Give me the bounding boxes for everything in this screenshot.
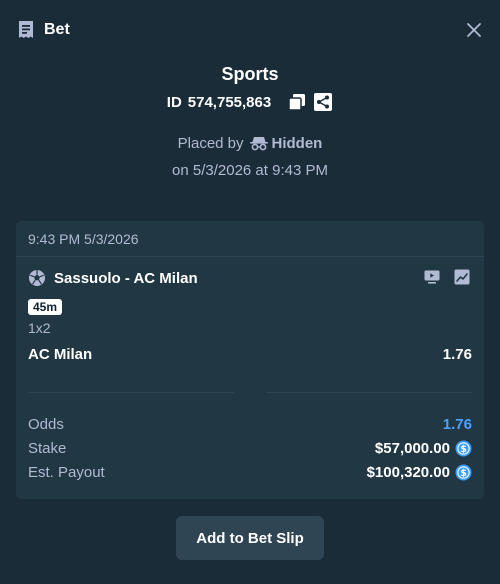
stake-label: Stake [28,439,67,457]
usdc-coin-icon: $ [455,439,472,457]
odds-label: Odds [28,415,64,433]
bet-id-label: ID [166,93,182,111]
bet-details-card: 9:43 PM 5/3/2026 Sassuolo - AC Milan 45m… [16,221,484,499]
usdc-coin-icon: $ [455,463,472,481]
outcome-row: AC Milan 1.76 [28,343,472,365]
divider [28,392,234,393]
stats-chart-icon[interactable] [454,269,472,287]
bet-id-value: 574,755,863 [187,93,272,111]
share-icon[interactable] [313,92,333,112]
placed-date: on 5/3/2026 at 9:43 PM [172,162,328,179]
match-actions [424,269,472,287]
outcome-odds: 1.76 [442,345,472,363]
payout-label: Est. Payout [28,463,105,481]
close-icon [467,23,481,37]
outcome-name: AC Milan [28,345,93,363]
divider [266,392,472,393]
placed-by-user: Hidden [271,134,323,152]
incognito-icon [249,137,268,151]
stake-row: Stake $57,000.00 $ [28,437,472,459]
odds-row: Odds 1.76 [28,413,472,435]
svg-text:$: $ [460,443,467,454]
payout-value-wrap: $100,320.00 $ [367,464,472,481]
payout-row: Est. Payout $100,320.00 $ [28,461,472,483]
odds-value: 1.76 [442,415,472,433]
stake-value: $57,000.00 [374,439,450,457]
bet-summary: Sports ID 574,755,863 Placed by Hidden o… [0,62,500,182]
placed-by-row: Placed by Hidden [0,132,500,154]
close-button[interactable] [464,20,484,40]
payout-value: $100,320.00 [366,463,450,481]
sport-title: Sports [221,64,279,84]
market-name: 1x2 [28,320,51,336]
add-to-bet-slip-button[interactable]: Add to Bet Slip [176,516,324,560]
bet-slip-icon [16,20,36,40]
copy-icon[interactable] [287,92,307,112]
hidden-user: Hidden [249,134,323,152]
bet-id-row: ID 574,755,863 [0,90,500,114]
live-time-badge: 45m [28,299,63,315]
card-header: 9:43 PM 5/3/2026 [16,221,484,257]
modal-header: Bet [0,0,500,60]
stake-value-wrap: $57,000.00 $ [375,440,472,457]
match-name[interactable]: Sassuolo - AC Milan [54,270,198,287]
match-row: Sassuolo - AC Milan [28,267,472,289]
modal-title: Bet [44,21,70,38]
bet-timestamp: 9:43 PM 5/3/2026 [28,230,139,247]
soccer-ball-icon [28,269,46,287]
placed-by-label: Placed by [177,134,244,152]
svg-text:$: $ [460,467,467,478]
live-stream-icon[interactable] [424,269,442,287]
